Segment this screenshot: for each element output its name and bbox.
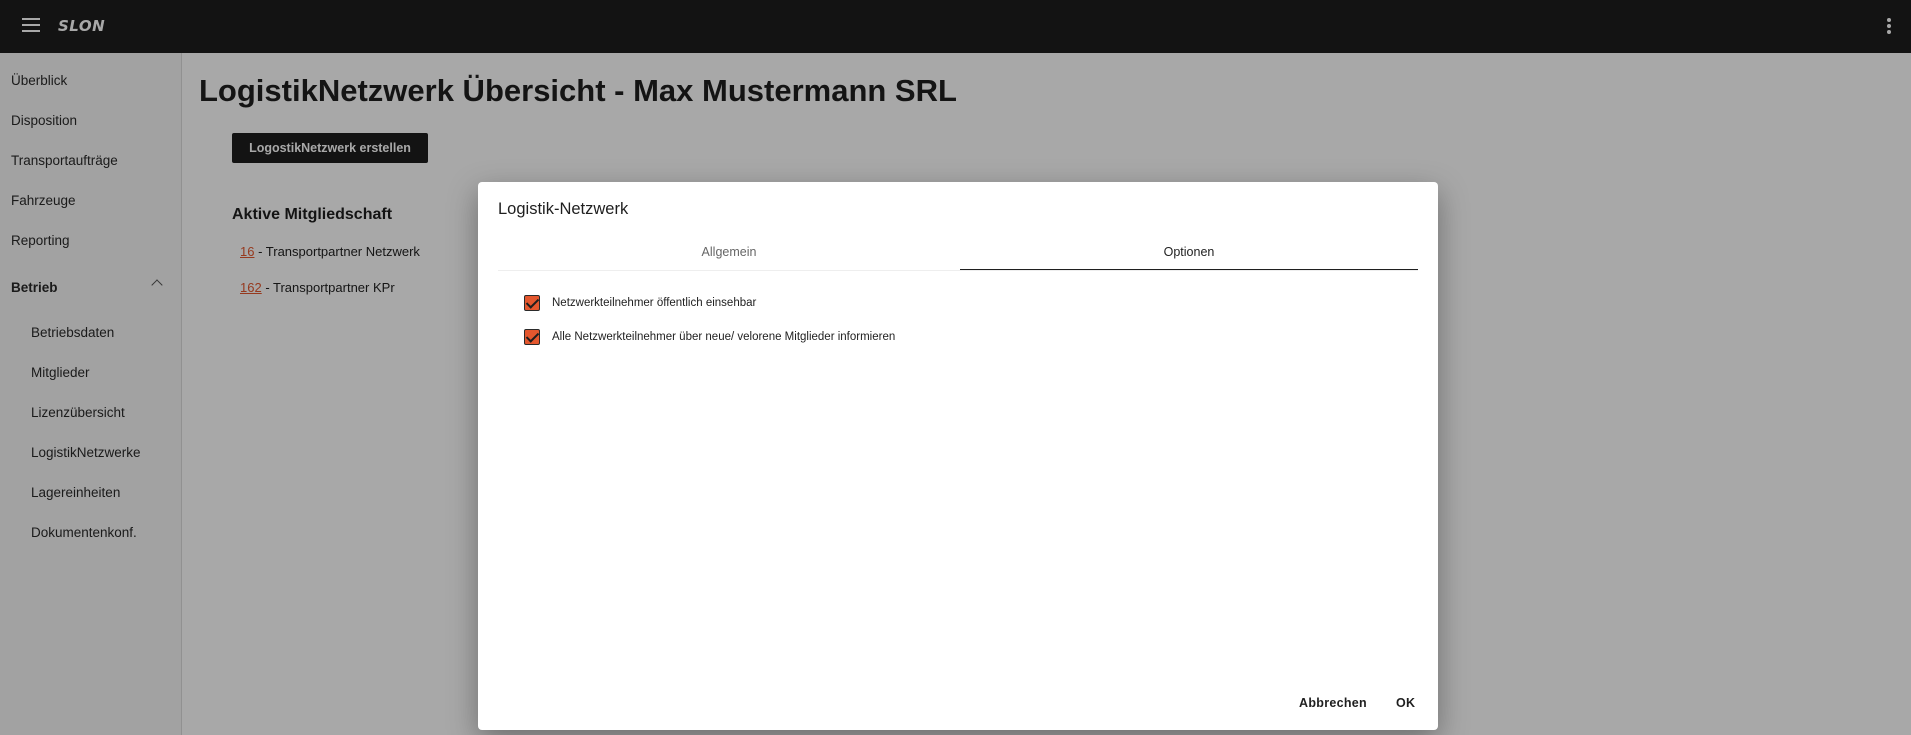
checkbox-checked-icon[interactable] bbox=[524, 295, 540, 311]
logistik-netzwerk-dialog: Logistik-Netzwerk Allgemein Optionen Net… bbox=[478, 182, 1438, 730]
option-public-visible[interactable]: Netzwerkteilnehmer öffentlich einsehbar bbox=[524, 295, 756, 311]
tabs-divider bbox=[498, 270, 1418, 271]
tab-optionen[interactable]: Optionen bbox=[960, 234, 1418, 270]
option-notify-members[interactable]: Alle Netzwerkteilnehmer über neue/ velor… bbox=[524, 329, 895, 345]
tab-allgemein[interactable]: Allgemein bbox=[498, 234, 960, 270]
option-label: Netzwerkteilnehmer öffentlich einsehbar bbox=[552, 297, 757, 309]
cancel-button[interactable]: Abbrechen bbox=[1299, 696, 1367, 710]
checkbox-checked-icon[interactable] bbox=[524, 329, 540, 345]
ok-button[interactable]: OK bbox=[1396, 696, 1415, 710]
dialog-title: Logistik-Netzwerk bbox=[498, 200, 629, 218]
option-label: Alle Netzwerkteilnehmer über neue/ velor… bbox=[552, 331, 896, 343]
